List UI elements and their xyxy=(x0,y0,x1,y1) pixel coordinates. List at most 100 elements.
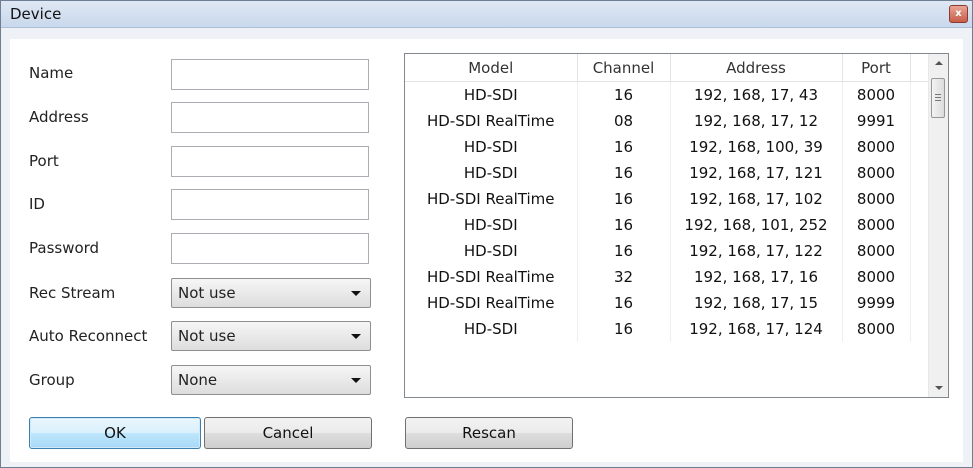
name-label: Name xyxy=(29,64,74,82)
grip-line xyxy=(935,94,941,95)
cell-channel: 32 xyxy=(577,264,671,290)
table-row[interactable]: HD-SDI RealTime 16 192, 168, 17, 15 9999 xyxy=(405,290,931,316)
column-header-filler xyxy=(910,54,930,82)
arrow-up-icon xyxy=(935,61,943,65)
group-value: None xyxy=(178,371,218,389)
cell-channel: 16 xyxy=(577,290,671,316)
cell-channel: 16 xyxy=(577,81,671,108)
title-bar[interactable]: Device x xyxy=(1,1,972,28)
cell-address: 192, 168, 17, 122 xyxy=(670,238,843,264)
name-input[interactable] xyxy=(171,59,369,90)
cell-address: 192, 168, 17, 43 xyxy=(670,81,843,108)
rescan-button[interactable]: Rescan xyxy=(405,417,573,449)
close-button[interactable]: x xyxy=(949,5,968,23)
cell-model: HD-SDI RealTime xyxy=(405,108,578,134)
window-title: Device xyxy=(10,5,62,23)
table-row[interactable]: HD-SDI 16 192, 168, 100, 39 8000 xyxy=(405,134,931,160)
ok-button[interactable]: OK xyxy=(29,417,201,449)
cell-address: 192, 168, 17, 121 xyxy=(670,160,843,186)
cell-filler xyxy=(910,81,931,108)
cell-address: 192, 168, 17, 12 xyxy=(670,108,843,134)
cell-model: HD-SDI xyxy=(405,212,578,238)
cell-port: 8000 xyxy=(842,134,911,160)
cell-address: 192, 168, 17, 102 xyxy=(670,186,843,212)
scroll-thumb[interactable] xyxy=(931,78,945,118)
cell-model: HD-SDI xyxy=(405,316,578,342)
column-header-model[interactable]: Model xyxy=(405,54,578,82)
port-label: Port xyxy=(29,152,59,170)
cell-port: 8000 xyxy=(842,160,911,186)
scroll-up-button[interactable] xyxy=(929,54,948,71)
auto-reconnect-label: Auto Reconnect xyxy=(29,327,148,345)
address-input[interactable] xyxy=(171,102,369,133)
cell-channel: 16 xyxy=(577,160,671,186)
chevron-down-icon xyxy=(351,334,361,339)
table-row[interactable]: HD-SDI 16 192, 168, 17, 122 8000 xyxy=(405,238,931,264)
cell-port: 8000 xyxy=(842,316,911,342)
device-list[interactable]: Model Channel Address Port HD-SDI 16 192… xyxy=(404,53,949,398)
cell-address: 192, 168, 17, 16 xyxy=(670,264,843,290)
table-header: Model Channel Address Port xyxy=(405,54,930,82)
table-row[interactable]: HD-SDI 16 192, 168, 101, 252 8000 xyxy=(405,212,931,238)
table-row[interactable]: HD-SDI RealTime 32 192, 168, 17, 16 8000 xyxy=(405,264,931,290)
arrow-down-icon xyxy=(935,386,943,390)
cell-channel: 16 xyxy=(577,316,671,342)
id-input[interactable] xyxy=(171,189,369,220)
password-input[interactable] xyxy=(171,233,369,264)
cell-port: 9999 xyxy=(842,290,911,316)
grip-line xyxy=(935,97,941,98)
auto-reconnect-select[interactable]: Not use xyxy=(171,321,371,351)
table-row[interactable]: HD-SDI RealTime 08 192, 168, 17, 12 9991 xyxy=(405,108,931,134)
column-header-port[interactable]: Port xyxy=(842,54,911,82)
cell-channel: 16 xyxy=(577,186,671,212)
grip-line xyxy=(935,100,941,101)
cell-filler xyxy=(910,212,931,238)
cell-filler xyxy=(910,186,931,212)
table-row[interactable]: HD-SDI 16 192, 168, 17, 121 8000 xyxy=(405,160,931,186)
cell-filler xyxy=(910,238,931,264)
column-header-channel[interactable]: Channel xyxy=(577,54,671,82)
cell-address: 192, 168, 100, 39 xyxy=(670,134,843,160)
cell-filler xyxy=(910,290,931,316)
scroll-down-button[interactable] xyxy=(929,380,948,397)
cell-model: HD-SDI xyxy=(405,134,578,160)
cancel-button[interactable]: Cancel xyxy=(204,417,372,449)
group-select[interactable]: None xyxy=(171,365,371,395)
rec-stream-value: Not use xyxy=(178,284,236,302)
id-label: ID xyxy=(29,195,45,213)
device-table: Model Channel Address Port HD-SDI 16 192… xyxy=(405,54,931,342)
cell-channel: 16 xyxy=(577,134,671,160)
cell-model: HD-SDI xyxy=(405,238,578,264)
cell-channel: 08 xyxy=(577,108,671,134)
cell-port: 8000 xyxy=(842,212,911,238)
table-row[interactable]: HD-SDI 16 192, 168, 17, 43 8000 xyxy=(405,81,931,108)
port-input[interactable] xyxy=(171,146,369,177)
rec-stream-label: Rec Stream xyxy=(29,284,116,302)
cell-model: HD-SDI RealTime xyxy=(405,186,578,212)
column-header-address[interactable]: Address xyxy=(670,54,843,82)
rec-stream-select[interactable]: Not use xyxy=(171,278,371,308)
device-dialog: Device x Name Address Port ID Password R… xyxy=(0,0,973,468)
vertical-scrollbar[interactable] xyxy=(928,54,948,397)
table-row[interactable]: HD-SDI RealTime 16 192, 168, 17, 102 800… xyxy=(405,186,931,212)
cell-model: HD-SDI xyxy=(405,81,578,108)
cell-address: 192, 168, 17, 15 xyxy=(670,290,843,316)
cell-model: HD-SDI RealTime xyxy=(405,264,578,290)
cell-channel: 16 xyxy=(577,212,671,238)
cell-model: HD-SDI xyxy=(405,160,578,186)
cell-address: 192, 168, 17, 124 xyxy=(670,316,843,342)
close-icon: x xyxy=(955,8,962,19)
cell-address: 192, 168, 101, 252 xyxy=(670,212,843,238)
password-label: Password xyxy=(29,239,100,257)
cell-port: 8000 xyxy=(842,264,911,290)
address-label: Address xyxy=(29,108,89,126)
auto-reconnect-value: Not use xyxy=(178,327,236,345)
chevron-down-icon xyxy=(351,291,361,296)
cell-port: 9991 xyxy=(842,108,911,134)
group-label: Group xyxy=(29,371,75,389)
cell-filler xyxy=(910,160,931,186)
cell-filler xyxy=(910,264,931,290)
table-row[interactable]: HD-SDI 16 192, 168, 17, 124 8000 xyxy=(405,316,931,342)
cell-port: 8000 xyxy=(842,186,911,212)
cell-model: HD-SDI RealTime xyxy=(405,290,578,316)
